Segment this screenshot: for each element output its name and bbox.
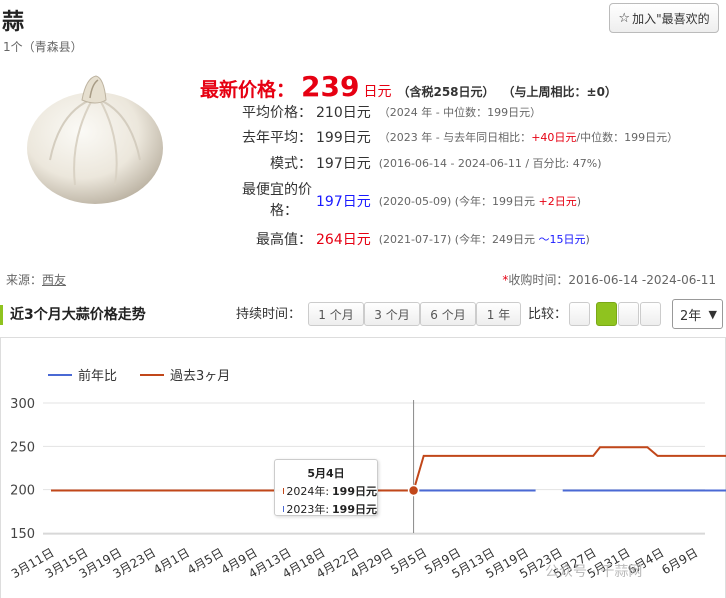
stat-last-year-value: 199日元 [316,130,371,146]
tooltip-row-2024: 2024年: 199日元 [283,483,377,499]
compare-option-2[interactable] [596,302,617,326]
latest-price-compare: （与上周相比：±0） [502,85,617,99]
latest-price-unit: 日元 [363,84,392,100]
tooltip-row-2023-label: 2023年: [286,503,330,516]
collection-period-text: 收购时间：2016-06-14 -2024-06-11 [508,273,716,287]
y-tick-label: 150 [10,527,35,542]
collection-period: *收购时间：2016-06-14 -2024-06-11 [502,271,716,288]
star-outline-icon: ☆ [618,10,631,26]
source-label: 来源： [6,273,43,287]
tooltip-row-2024-label: 2024年: [286,485,330,498]
stat-average-note: （2024 年 - 中位数：199日元） [378,106,542,119]
compare-label: 比较： [528,307,568,322]
year-select[interactable]: 2年 ▼ [672,299,723,329]
stat-average-value: 210日元 [316,105,371,121]
stat-cheapest-note: (2020-05-09) (今年：199日元 +2日元) [378,195,582,208]
stat-average-label: 平均价格： [242,105,312,121]
y-tick-label: 200 [10,484,35,499]
stat-last-year: 去年平均： 199日元 （2023 年 - 与去年同日相比：+40日元/中位数：… [200,127,678,147]
x-tick-label: 5月5日 [388,545,429,577]
latest-price-label: 最新价格： [200,79,296,101]
source-link[interactable]: 西友 [42,273,66,287]
legend-label: 過去3ヶ月 [170,369,230,384]
tooltip-row-2023: 2023年: 199日元 [283,501,377,517]
stat-last-year-label: 去年平均： [242,130,312,146]
chevron-down-icon: ▼ [708,308,717,321]
add-favorite-label: 加入"最喜欢的 [632,11,710,26]
stat-mode-note: (2016-06-14 - 2024-06-11 / 百分比: 47%) [378,157,602,170]
stat-mode: 模式： 197日元 (2016-06-14 - 2024-06-11 / 百分比… [200,153,601,173]
stat-average: 平均价格： 210日元 （2024 年 - 中位数：199日元） [200,102,541,122]
watermark: 公众号 · 千蒜网 [545,564,643,580]
add-favorite-button[interactable]: ☆ 加入"最喜欢的 [609,3,719,33]
duration-label: 持续时间： [236,307,302,322]
stat-mode-label: 模式： [270,156,312,172]
stat-highest-label: 最高值： [256,232,312,248]
compare-option-3[interactable] [618,302,639,326]
compare-option-1[interactable] [569,302,590,326]
year-select-value: 2年 [680,308,702,324]
chart-tooltip: 5月4日 2024年: 199日元 2023年: 199日元 [274,459,378,516]
tooltip-row-2023-value: 199日元 [332,503,377,516]
x-tick-label: 6月9日 [659,545,700,577]
stat-highest: 最高值： 264日元 (2021-07-17) (今年：249日元 ～15日元) [200,229,590,249]
stat-last-year-note: （2023 年 - 与去年同日相比：+40日元/中位数：199日元） [378,131,679,144]
section-title: 近3个月大蒜价格走势 [0,305,146,325]
series-line-recent [51,446,726,492]
compare-option-4[interactable] [640,302,661,326]
stat-cheapest: 最便宜的价 格： 197日元 (2020-05-09) (今年：199日元 +2日… [200,180,581,222]
source: 来源：西友 [6,271,66,288]
latest-price-value: 239 [301,70,360,103]
y-tick-label: 250 [10,440,35,455]
legend-label: 前年比 [78,368,117,384]
stat-mode-value: 197日元 [316,156,371,172]
duration-6-month-button[interactable]: 6 个月 [420,302,476,326]
latest-price: 最新价格： 239 日元 （含税258日元） （与上周相比：±0） [200,70,617,103]
hover-point [407,484,420,497]
tooltip-date: 5月4日 [307,467,345,480]
tooltip-row-2024-value: 199日元 [332,485,377,498]
stat-cheapest-value: 197日元 [316,194,371,210]
stat-cheapest-label: 最便宜的价 格： [242,182,312,219]
x-tick-label: 4月1日 [151,545,192,577]
product-subtitle: 1个（青森县） [3,40,83,54]
stat-highest-note: (2021-07-17) (今年：249日元 ～15日元) [378,233,590,246]
duration-3-month-button[interactable]: 3 个月 [364,302,420,326]
latest-price-tax: （含税258日元） [397,85,495,99]
garlic-image [27,75,163,204]
duration-1-month-button[interactable]: 1 个月 [308,302,364,326]
x-tick-label: 4月5日 [185,545,226,577]
product-title: 蒜 [2,10,25,35]
stat-highest-value: 264日元 [316,232,371,248]
duration-1-year-button[interactable]: 1 年 [476,302,521,326]
y-tick-label: 300 [10,397,35,412]
